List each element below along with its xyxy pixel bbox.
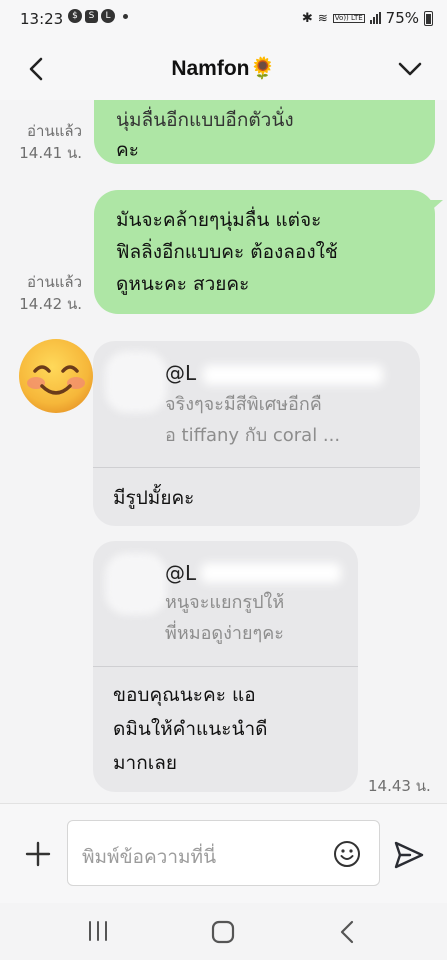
emoji-icon[interactable] [333,840,361,868]
reply-message: ขอบคุณนะคะ แอ ดมินให้คำแนะนำดี มากเลย [113,678,267,780]
chevron-down-icon[interactable] [395,54,425,84]
system-icons: ✱ ≋ Vo)) LTE 75% [302,9,433,27]
outgoing-message-bubble[interactable]: นุ่มลื่นอีกแบบอีกตัวนั่ง คะ [94,100,435,164]
outgoing-message-bubble[interactable]: มันจะคล้ายๆนุ่มลื่น แต่จะ ฟิลลิ่งอีกแบบค… [94,190,435,314]
message-line: มันจะคล้ายๆนุ่มลื่น แต่จะ [116,209,322,231]
message-partial-line: นุ่มลื่นอีกแบบอีกตัวนั่ง [116,109,294,131]
read-label: อ่านแล้ว [27,122,82,140]
message-line: ฟิลลิ่งอีกแบบคะ ต้องลองใช้ [116,241,338,263]
quote-line: อ tiffany กับ coral ... [165,425,341,446]
message-time: 14.42 น. [19,295,82,313]
reply-line: ดมินให้คำแนะนำดี [113,718,268,740]
chat-header: Namfon🌻 [0,40,447,100]
wifi-icon: ≋ [317,11,328,25]
status-time: 13:23 [20,10,64,28]
reply-divider [93,666,358,667]
contact-avatar-smiling-face-icon[interactable] [18,338,94,414]
message-composer: พิมพ์ข้อความที่นี่ [0,803,447,904]
message-text: คะ [116,139,139,161]
send-icon[interactable] [393,840,425,870]
payment-notification-icon: $ [68,9,82,23]
quoted-message: จริงๆจะมีสีพิเศษอีกคื อ tiffany กับ cora… [165,389,410,451]
message-time: 14.41 น. [19,144,82,162]
message-input[interactable]: พิมพ์ข้อความที่นี่ [67,820,380,886]
quoted-avatar-blurred [105,553,167,615]
quote-line: จริงๆจะมีสีพิเศษอีกคื [165,394,322,415]
reply-message: มีรูปมั้ยคะ [113,481,194,515]
reply-line: มากเลย [113,752,177,774]
bubble-tail [427,200,443,214]
quoted-message: หนูจะแยกรูปให้ พี่หมอดูง่ายๆคะ [165,587,350,649]
chat-messages[interactable]: นุ่มลื่นอีกแบบอีกตัวนั่ง คะ อ่านแล้ว 14.… [0,100,447,803]
reply-line: มีรูปมั้ยคะ [113,487,195,509]
redacted-name [201,563,341,583]
read-label: อ่านแล้ว [27,273,82,291]
quote-line: พี่หมอดูง่ายๆคะ [165,623,284,644]
add-plus-icon[interactable] [24,840,52,868]
quoted-sender-name: @L [165,361,197,385]
read-receipt: อ่านแล้ว 14.42 น. [6,271,82,315]
bluetooth-icon: ✱ [301,10,313,26]
chat-title[interactable]: Namfon🌻 [0,57,447,81]
volte-icon: Vo)) LTE [332,13,365,23]
quoted-avatar-blurred [105,351,167,413]
more-notifications-dot-icon [123,13,128,19]
message-line: ดูหนะคะ สวยคะ [116,273,250,295]
nav-back-icon[interactable] [337,919,357,945]
quoted-sender-name: @L [165,561,197,585]
read-receipt: อ่านแล้ว 14.41 น. [6,120,82,164]
incoming-reply-bubble[interactable]: @L จริงๆจะมีสีพิเศษอีกคื อ tiffany กับ c… [93,341,420,526]
quote-line: หนูจะแยกรูปให้ [165,592,285,613]
reply-line: ขอบคุณนะคะ แอ [113,684,256,706]
signal-icon [369,12,381,24]
system-navigation-bar [0,903,447,960]
message-time: 14.43 น. [368,777,431,795]
reply-divider [93,467,420,468]
incoming-reply-bubble[interactable]: @L หนูจะแยกรูปให้ พี่หมอดูง่ายๆคะ ขอบคุณ… [93,541,358,792]
status-bar: 13:23 $ S L ✱ ≋ Vo)) LTE 75% [0,0,447,40]
home-icon[interactable] [210,919,236,945]
shop-notification-icon: S [85,9,98,23]
notification-icons: $ S L [68,9,128,23]
recent-apps-icon[interactable] [86,920,110,942]
battery-percent: 75% [385,9,419,27]
message-input-placeholder: พิมพ์ข้อความที่นี่ [82,846,217,868]
line-notification-icon: L [101,9,115,23]
redacted-name [203,365,383,385]
battery-icon [424,10,433,26]
